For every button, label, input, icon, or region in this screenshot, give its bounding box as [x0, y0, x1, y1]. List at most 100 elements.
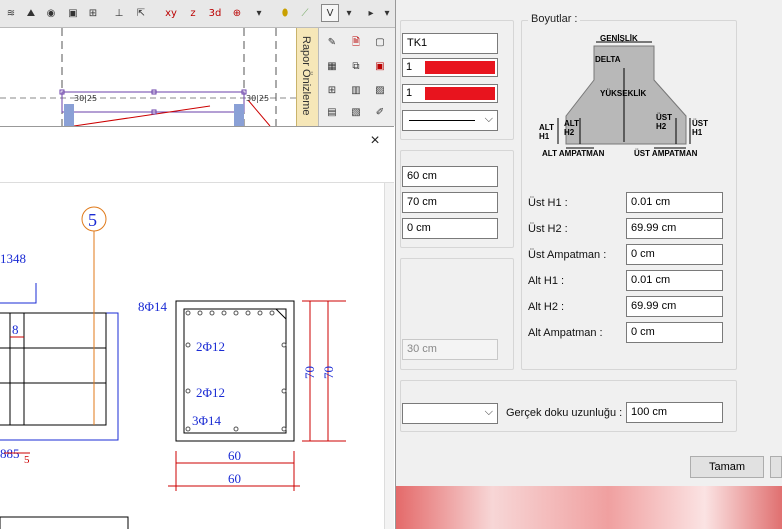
ust-h1-label: ÜST H1: [692, 119, 708, 137]
ust-ampatman-input[interactable]: 0 cm: [626, 244, 723, 265]
column-icon[interactable]: ⬮: [276, 5, 294, 23]
preview-scrollbar[interactable]: [384, 183, 394, 529]
label-8: 8: [12, 322, 19, 337]
axis-icon[interactable]: ⊥: [110, 5, 128, 23]
alt-h1-input[interactable]: 0.01 cm: [626, 270, 723, 291]
name-input[interactable]: TK1: [402, 33, 498, 54]
copy-icon[interactable]: ⧉: [347, 58, 365, 76]
line-style-select[interactable]: ⌵: [402, 110, 498, 131]
field-label-0: Üst H1 :: [528, 197, 568, 209]
report-icon[interactable]: ▢: [371, 34, 389, 52]
window-split-icon[interactable]: ⊞: [84, 5, 102, 23]
hill-icon[interactable]: ⛰: [22, 5, 40, 23]
boyutlar-title: Boyutlar :: [528, 13, 581, 25]
red-line-2: [247, 99, 271, 126]
background-image: [396, 486, 782, 529]
column-1: [64, 104, 74, 126]
rapor-onizleme-label: Rapor Önizleme: [300, 36, 312, 116]
rebar-2b-label: 2Φ12: [196, 385, 225, 400]
dim-60-b: 60: [228, 471, 241, 486]
ust-h1-input[interactable]: 0.01 cm: [626, 192, 723, 213]
delta-label: DELTA: [595, 55, 621, 64]
disabled-input: 30 cm: [402, 339, 498, 360]
dim-70-a: 70: [302, 366, 317, 379]
color-picker-1[interactable]: 1: [402, 58, 498, 77]
report-2-icon[interactable]: ▣: [371, 58, 389, 76]
eye-icon[interactable]: ◉: [42, 5, 60, 23]
close-icon[interactable]: ×: [366, 132, 384, 150]
field-label-1: Üst H2 :: [528, 223, 568, 235]
alt-ampatman-input[interactable]: 0 cm: [626, 322, 723, 343]
rapor-onizleme-tab[interactable]: Rapor Önizleme: [296, 28, 318, 126]
line-style-preview: [409, 120, 475, 121]
stirrup-hook: [275, 308, 287, 320]
field-label-4: Alt H2 :: [528, 301, 565, 313]
field-label-5: Alt Ampatman :: [528, 327, 603, 339]
side-toolbar: ✎ ▦ ⊞ ▤ 🗎 ⧉ ▥ ▧ ▢ ▣ ▨ ✐ V: [318, 4, 395, 126]
overflow-icon[interactable]: ▾: [250, 5, 268, 23]
plan-label-2: 30|25: [246, 94, 269, 103]
z-icon[interactable]: z: [184, 5, 202, 23]
width-input[interactable]: 60 cm: [402, 166, 498, 187]
label-5: 5: [24, 454, 30, 466]
doc-icon[interactable]: 🗎: [347, 34, 365, 52]
height-input[interactable]: 70 cm: [402, 192, 498, 213]
rebar-8-label: 8Φ14: [138, 299, 168, 314]
ok-button[interactable]: Tamam: [690, 456, 764, 478]
cad-window: ≋ ⛰ ◉ ▣ ⊞ ⊥ ⇱ xy z 3d ⊕ ▾ ⬮ ⟋ ◭ ▾ ▸ ▾ 30…: [0, 0, 396, 529]
field-label-2: Üst Ampatman :: [528, 249, 607, 261]
yukseklik-label: YÜKSEKLİK: [600, 89, 646, 98]
genislik-label: GENİŞLİK: [600, 34, 638, 43]
eraser-icon[interactable]: ✎: [323, 34, 341, 52]
xy-icon[interactable]: xy: [162, 5, 180, 23]
dropdown-icon[interactable]: ▾: [378, 5, 395, 23]
color-1-value: 1: [406, 61, 413, 73]
dim-70-b: 70: [321, 366, 336, 379]
column-2: [234, 104, 244, 126]
rebar-3-label: 3Φ14: [192, 413, 222, 428]
texture-select[interactable]: ⌵: [402, 403, 498, 424]
texture-label: Gerçek doku uzunluğu :: [506, 407, 623, 419]
dim-60-a: 60: [228, 448, 241, 463]
stack-icon[interactable]: ▨: [371, 82, 389, 100]
preview-header: [0, 155, 394, 183]
color-picker-2[interactable]: 1: [402, 84, 498, 103]
field-label-3: Alt H1 :: [528, 275, 565, 287]
ust-ampatman-label: ÜST AMPATMAN: [634, 149, 698, 158]
label-1348: 1348: [0, 251, 26, 266]
zoom-icon[interactable]: ⊕: [228, 5, 246, 23]
ust-h2-input[interactable]: 69.99 cm: [626, 218, 723, 239]
plan-drawing[interactable]: 30|25 30|25: [0, 28, 296, 126]
color-2-value: 1: [406, 87, 413, 99]
3d-icon[interactable]: 3d: [206, 5, 224, 23]
red-line-1: [73, 105, 211, 126]
scale-icon[interactable]: ⇱: [132, 5, 150, 23]
section-diagram: GENİŞLİK DELTA YÜKSEKLİK ALT H1 ALT H2 ÜST…: [539, 34, 708, 158]
properties-panel: TK1 1 1 ⌵ 60 cm 70 cm 0 cm 30 cm Boyutla…: [396, 0, 782, 529]
alt-ampatman-label: ALT AMPATMAN: [542, 149, 605, 158]
rebar-2a-label: 2Φ12: [196, 339, 225, 354]
pen-icon[interactable]: ✐: [371, 104, 389, 122]
table-icon[interactable]: ⊞: [323, 82, 341, 100]
axis-number: 5: [88, 210, 97, 230]
color-2-swatch: [425, 87, 495, 100]
delta-input[interactable]: 0 cm: [402, 218, 498, 239]
overflow-icon-2[interactable]: ▾: [340, 5, 358, 23]
texture-length-input[interactable]: 100 cm: [626, 402, 723, 423]
cancel-button[interactable]: [770, 456, 782, 478]
preview-canvas[interactable]: 8 1348 885 5 5 8Φ14 2Φ12 2Φ12 3Φ14 70 70…: [0, 183, 384, 529]
collapse-icon[interactable]: V: [321, 4, 339, 22]
window-icon[interactable]: ▣: [64, 5, 82, 23]
preview-window: × 8 1348 885 5 5 8Φ14 2Φ12 2Φ12 3Φ14 70 …: [0, 126, 394, 529]
layer-icon[interactable]: ≋: [2, 5, 20, 23]
stair-icon[interactable]: ⟋: [296, 5, 314, 23]
alt-h1-label: ALT H1: [539, 123, 554, 141]
color-1-swatch: [425, 61, 495, 74]
hatch-icon[interactable]: ▦: [323, 58, 341, 76]
chevron-down-icon: ⌵: [484, 113, 493, 125]
table-2-icon[interactable]: ▥: [347, 82, 365, 100]
beam-outline: [0, 283, 37, 304]
grid-icon[interactable]: ▤: [323, 104, 341, 122]
alt-h2-input[interactable]: 69.99 cm: [626, 296, 723, 317]
chart-icon[interactable]: ▧: [347, 104, 365, 122]
